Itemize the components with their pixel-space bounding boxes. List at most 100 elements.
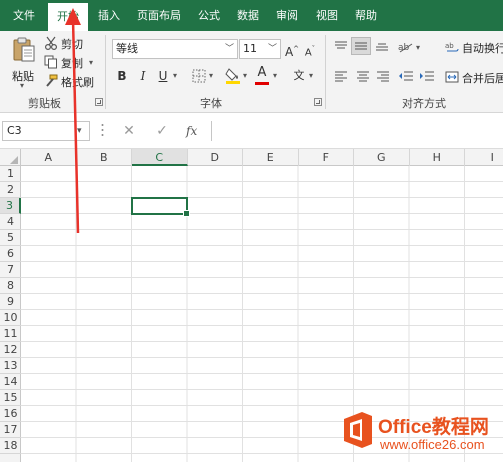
borders-dropdown-icon[interactable]: ▾ bbox=[209, 71, 213, 81]
underline-button[interactable]: U bbox=[155, 68, 171, 84]
row-header-14[interactable]: 14 bbox=[0, 374, 21, 390]
wrap-text-button[interactable]: ab 自动换行 bbox=[445, 38, 503, 56]
font-size-dropdown-icon: ﹀ bbox=[267, 44, 277, 54]
bold-button[interactable]: B bbox=[114, 68, 130, 84]
row-header-7[interactable]: 7 bbox=[0, 262, 21, 278]
clipboard-launcher-icon[interactable] bbox=[95, 98, 103, 106]
column-header-d[interactable]: D bbox=[188, 149, 243, 166]
fill-color-icon[interactable] bbox=[225, 66, 241, 85]
row-header-2[interactable]: 2 bbox=[0, 182, 21, 198]
menu-view[interactable]: 视图 bbox=[316, 0, 338, 31]
underline-dropdown-icon[interactable]: ▾ bbox=[173, 71, 177, 81]
menu-file[interactable]: 文件 bbox=[13, 0, 35, 31]
merge-center-label: 合并后居 bbox=[462, 72, 503, 85]
wrap-text-label: 自动换行 bbox=[462, 42, 503, 55]
align-top-icon[interactable] bbox=[334, 40, 348, 52]
column-header-e[interactable]: E bbox=[243, 149, 299, 166]
font-color-letter: A bbox=[257, 65, 267, 80]
confirm-entry-button[interactable]: ✓ bbox=[153, 121, 171, 141]
menu-help[interactable]: 帮助 bbox=[355, 0, 377, 31]
merge-center-button[interactable]: 合并后居 bbox=[445, 68, 503, 86]
wrap-text-icon: ab bbox=[445, 42, 459, 52]
row-header-4[interactable]: 4 bbox=[0, 214, 21, 230]
office-logo-icon bbox=[344, 412, 372, 448]
phonetic-button[interactable]: 文 bbox=[291, 68, 307, 84]
increase-indent-icon[interactable] bbox=[419, 70, 435, 82]
shrink-font-button[interactable]: Aˇ bbox=[302, 41, 318, 59]
italic-button[interactable]: I bbox=[135, 68, 151, 84]
column-header-g[interactable]: G bbox=[354, 149, 410, 166]
row-header-3[interactable]: 3 bbox=[0, 198, 21, 214]
font-color-button[interactable]: A bbox=[254, 65, 270, 81]
font-size-value: 11 bbox=[243, 42, 257, 55]
font-color-swatch bbox=[255, 82, 269, 85]
align-left-icon[interactable] bbox=[334, 70, 348, 82]
row-header-17[interactable]: 17 bbox=[0, 422, 21, 438]
menu-data[interactable]: 数据 bbox=[237, 0, 259, 31]
row-header-12[interactable]: 12 bbox=[0, 342, 21, 358]
menu-page-layout[interactable]: 页面布局 bbox=[137, 0, 181, 31]
column-header-h[interactable]: H bbox=[410, 149, 465, 166]
font-size-select[interactable]: 11 ﹀ bbox=[239, 39, 281, 59]
formula-input[interactable] bbox=[211, 121, 503, 141]
format-painter-icon bbox=[46, 74, 58, 87]
align-middle-button[interactable] bbox=[351, 37, 371, 55]
font-name-value: 等线 bbox=[116, 42, 138, 55]
grow-font-button[interactable]: A^ bbox=[284, 41, 300, 59]
row-header-11[interactable]: 11 bbox=[0, 326, 21, 342]
row-header-13[interactable]: 13 bbox=[0, 358, 21, 374]
orientation-dropdown-icon[interactable]: ▾ bbox=[416, 43, 420, 53]
svg-text:ab: ab bbox=[398, 43, 410, 53]
font-name-select[interactable]: 等线 ﹀ bbox=[112, 39, 238, 59]
font-launcher-icon[interactable] bbox=[314, 98, 322, 106]
scissors-icon bbox=[45, 36, 57, 50]
column-header-i[interactable]: I bbox=[465, 149, 503, 166]
row-header-6[interactable]: 6 bbox=[0, 246, 21, 262]
paste-dropdown-icon[interactable]: ▾ bbox=[20, 81, 24, 90]
formula-bar-grip-icon[interactable] bbox=[101, 123, 104, 137]
align-right-icon[interactable] bbox=[376, 70, 390, 82]
row-header-16[interactable]: 16 bbox=[0, 406, 21, 422]
cancel-entry-button[interactable]: ✕ bbox=[120, 121, 138, 141]
red-arrow-annotation bbox=[65, 8, 81, 234]
row-header-5[interactable]: 5 bbox=[0, 230, 21, 246]
ribbon-separator bbox=[325, 35, 326, 109]
row-header-15[interactable]: 15 bbox=[0, 390, 21, 406]
menu-insert[interactable]: 插入 bbox=[98, 0, 120, 31]
insert-function-button[interactable]: fx bbox=[186, 121, 197, 141]
menu-formulas[interactable]: 公式 bbox=[198, 0, 220, 31]
paste-button[interactable]: 粘贴 ▾ bbox=[8, 35, 40, 91]
phonetic-label: 文 bbox=[293, 69, 305, 82]
grow-font-label: A bbox=[284, 45, 294, 59]
shrink-font-label: A bbox=[304, 47, 312, 59]
row-header-column: 1 2 3 4 5 6 7 8 9 10 11 12 13 14 15 16 17 18 bbox=[0, 166, 21, 462]
row-header-10[interactable]: 10 bbox=[0, 310, 21, 326]
font-color-dropdown-icon[interactable]: ▾ bbox=[273, 71, 277, 81]
row-header-18[interactable]: 18 bbox=[0, 438, 21, 454]
phonetic-dropdown-icon[interactable]: ▾ bbox=[309, 71, 313, 81]
alignment-group-label: 对齐方式 bbox=[402, 97, 446, 110]
font-group-label: 字体 bbox=[200, 97, 222, 110]
clipboard-group-label: 剪贴板 bbox=[28, 97, 61, 110]
align-center-icon[interactable] bbox=[356, 70, 370, 82]
merge-center-icon bbox=[445, 71, 459, 83]
orientation-icon[interactable]: ab bbox=[398, 39, 414, 53]
select-all-corner[interactable] bbox=[0, 149, 21, 166]
menu-review[interactable]: 审阅 bbox=[276, 0, 298, 31]
row-header-1[interactable]: 1 bbox=[0, 166, 21, 182]
column-header-f[interactable]: F bbox=[299, 149, 354, 166]
logo-url: www.office26.com bbox=[380, 437, 485, 452]
font-name-dropdown-icon: ﹀ bbox=[224, 44, 234, 54]
active-cell-c3[interactable] bbox=[131, 197, 190, 217]
svg-text:ab: ab bbox=[445, 42, 454, 50]
borders-icon[interactable] bbox=[191, 68, 207, 84]
row-header-8[interactable]: 8 bbox=[0, 278, 21, 294]
ribbon-separator bbox=[105, 35, 106, 109]
column-header-c[interactable]: C bbox=[132, 149, 188, 166]
align-bottom-icon[interactable] bbox=[375, 40, 389, 52]
fill-color-dropdown-icon[interactable]: ▾ bbox=[243, 71, 247, 81]
copy-icon bbox=[44, 55, 57, 69]
row-header-9[interactable]: 9 bbox=[0, 294, 21, 310]
decrease-indent-icon[interactable] bbox=[398, 70, 414, 82]
align-middle-icon bbox=[355, 42, 367, 50]
